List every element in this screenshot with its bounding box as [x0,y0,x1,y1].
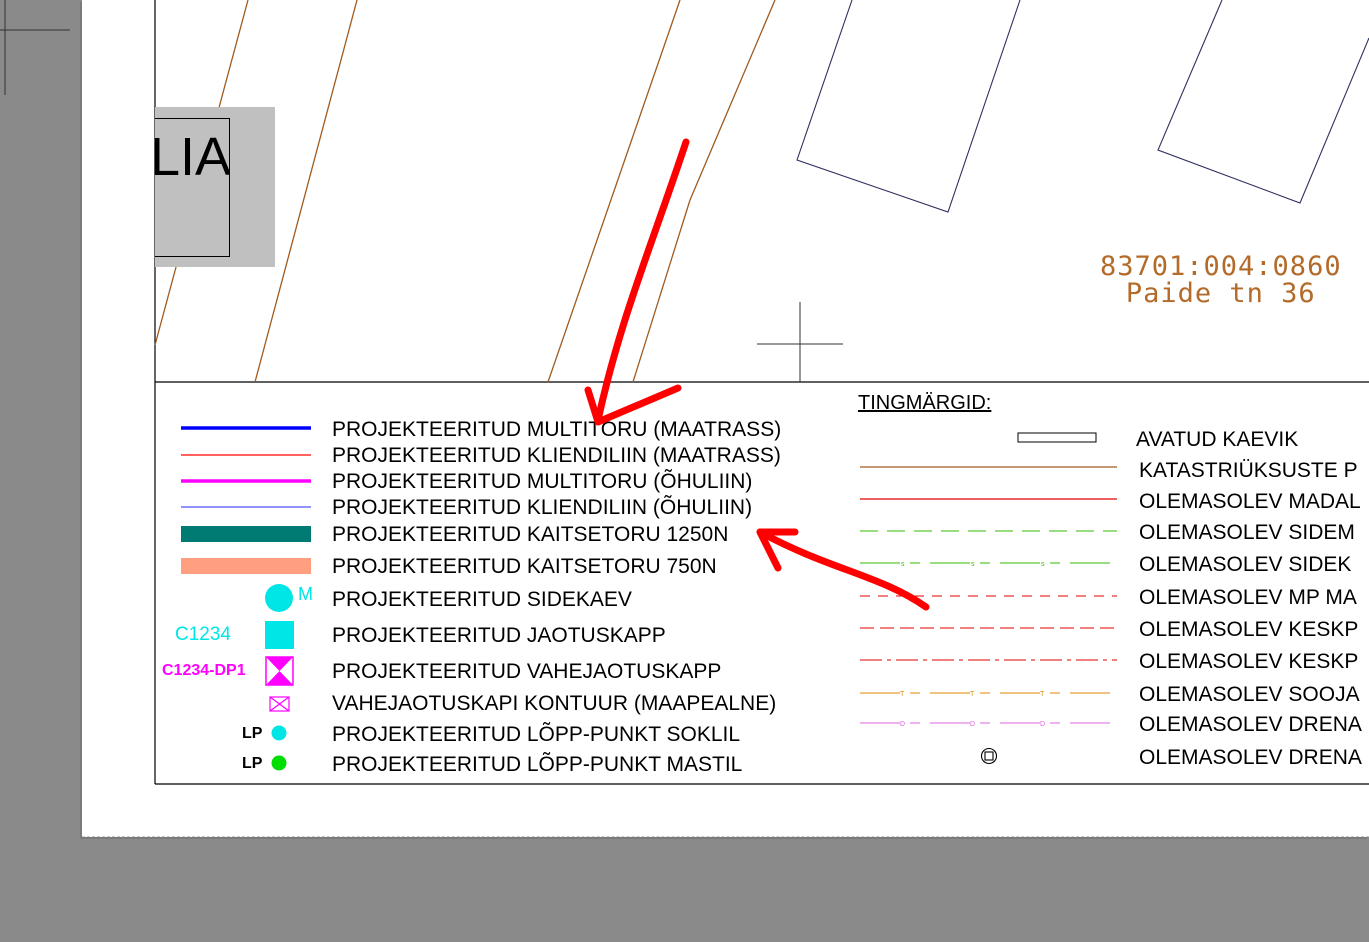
annotation-overlay [584,138,930,611]
annotation-arrow-left [756,528,930,611]
annotation-arrow-down [594,138,690,424]
